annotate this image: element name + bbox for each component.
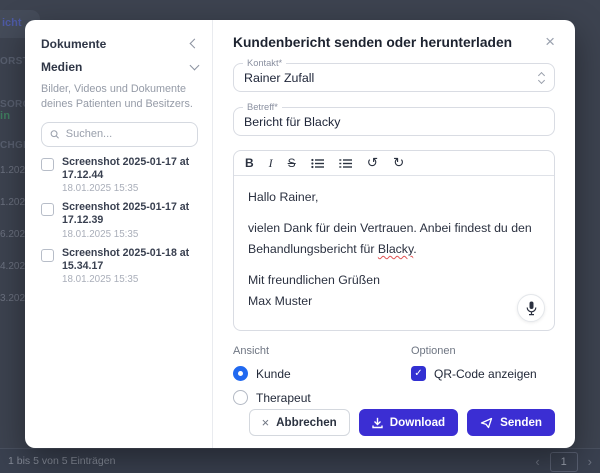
redo-icon[interactable]: ↻ xyxy=(393,156,404,170)
cancel-button[interactable]: × Abbrechen xyxy=(249,409,350,436)
kontakt-select[interactable]: Kontakt* Rainer Zufall xyxy=(233,63,555,92)
download-icon xyxy=(372,417,383,429)
dialog-main: Kundenbericht senden oder herunterladen … xyxy=(213,20,575,448)
radio-selected-icon[interactable] xyxy=(233,366,248,381)
checkbox-unchecked[interactable] xyxy=(41,249,54,262)
strikethrough-icon[interactable]: S xyxy=(288,157,296,169)
chevron-down-icon xyxy=(190,60,200,70)
send-button[interactable]: Senden xyxy=(467,409,555,436)
search-icon xyxy=(50,129,60,140)
ansicht-group: Ansicht Kunde Therapeut xyxy=(233,345,411,405)
radio-kunde[interactable]: Kunde xyxy=(233,366,411,381)
pagination: ‹ 1 › xyxy=(535,451,592,472)
background-date: 3.202 xyxy=(0,293,25,304)
send-label: Senden xyxy=(500,416,542,429)
background-date: 4.202 xyxy=(0,261,25,272)
background-text-green: in xyxy=(0,110,10,122)
select-stepper-icon[interactable] xyxy=(539,73,544,83)
checkbox-checked-icon[interactable]: ✓ xyxy=(411,366,426,381)
optionen-group: Optionen ✓ QR-Code anzeigen xyxy=(411,345,537,405)
send-report-dialog: Dokumente Medien Bilder, Videos und Doku… xyxy=(25,20,575,448)
cancel-x-icon: × xyxy=(262,415,270,430)
document-date: 18.01.2025 15:35 xyxy=(62,229,198,240)
background-date: 6.202 xyxy=(0,229,25,240)
ansicht-label: Ansicht xyxy=(233,345,411,357)
table-footer: 1 bis 5 von 5 Einträgen ‹ 1 › xyxy=(0,448,600,473)
ordered-list-icon[interactable] xyxy=(339,158,352,169)
entries-count: 1 bis 5 von 5 Einträgen xyxy=(8,455,115,467)
background-tab-label: icht xyxy=(2,17,22,29)
qr-code-label: QR-Code anzeigen xyxy=(434,367,537,381)
send-icon xyxy=(480,417,493,429)
closing-line: Mit freundlichen Grüßen xyxy=(248,270,540,291)
radio-therapeut-label: Therapeut xyxy=(256,391,311,405)
checkbox-unchecked[interactable] xyxy=(41,158,54,171)
medien-label: Medien xyxy=(41,60,82,74)
radio-unselected-icon[interactable] xyxy=(233,390,248,405)
next-page-icon[interactable]: › xyxy=(588,454,592,469)
kontakt-value: Rainer Zufall xyxy=(244,71,539,85)
dokumente-label: Dokumente xyxy=(41,37,106,51)
background-date: 1.202 xyxy=(0,197,25,208)
bullet-list-icon[interactable] xyxy=(311,158,324,169)
italic-icon[interactable]: I xyxy=(269,157,273,169)
misspelled-word: Blacky xyxy=(378,242,413,256)
editor-toolbar: B I S xyxy=(234,151,554,176)
sidebar-section-dokumente[interactable]: Dokumente xyxy=(41,34,198,53)
screen: icht ORSTE SORG in CHGE 1.202 1.202 6.20… xyxy=(0,0,600,473)
qr-code-option[interactable]: ✓ QR-Code anzeigen xyxy=(411,366,537,381)
background-date: 1.202 xyxy=(0,165,25,176)
sidebar-section-medien[interactable]: Medien xyxy=(41,57,198,76)
list-item[interactable]: Screenshot 2025-01-17 at 17.12.44 18.01.… xyxy=(41,156,198,194)
betreff-input[interactable] xyxy=(244,115,544,129)
optionen-label: Optionen xyxy=(411,345,537,357)
radio-kunde-label: Kunde xyxy=(256,367,291,381)
microphone-icon xyxy=(526,301,537,316)
undo-icon[interactable]: ↺ xyxy=(367,156,378,170)
prev-page-icon[interactable]: ‹ xyxy=(535,454,539,469)
close-icon[interactable]: × xyxy=(545,35,555,49)
checkbox-unchecked[interactable] xyxy=(41,203,54,216)
message-body[interactable]: Hallo Rainer, vielen Dank für dein Vertr… xyxy=(234,176,554,323)
sidebar-description: Bilder, Videos und Dokumente deines Pati… xyxy=(41,82,198,112)
list-item[interactable]: Screenshot 2025-01-18 at 15.34.17 18.01.… xyxy=(41,247,198,285)
message-editor: B I S xyxy=(233,150,555,331)
cancel-label: Abbrechen xyxy=(276,416,337,429)
dialog-title: Kundenbericht senden oder herunterladen xyxy=(233,35,512,50)
document-title: Screenshot 2025-01-17 at 17.12.39 xyxy=(62,201,198,227)
media-sidebar: Dokumente Medien Bilder, Videos und Doku… xyxy=(25,20,213,448)
document-date: 18.01.2025 15:35 xyxy=(62,274,198,285)
kontakt-label: Kontakt* xyxy=(243,58,286,68)
betreff-field: Betreff* xyxy=(233,107,555,136)
page-number[interactable]: 1 xyxy=(550,452,578,472)
document-title: Screenshot 2025-01-17 at 17.12.44 xyxy=(62,156,198,182)
document-title: Screenshot 2025-01-18 at 15.34.17 xyxy=(62,247,198,273)
document-list: Screenshot 2025-01-17 at 17.12.44 18.01.… xyxy=(41,156,198,290)
chevron-left-icon xyxy=(190,39,200,49)
radio-therapeut[interactable]: Therapeut xyxy=(233,390,411,405)
dialog-actions: × Abbrechen Download Senden xyxy=(233,409,555,436)
bold-icon[interactable]: B xyxy=(245,157,254,169)
body-paragraph: vielen Dank für dein Vertrauen. Anbei fi… xyxy=(248,218,540,260)
document-date: 18.01.2025 15:35 xyxy=(62,183,198,194)
download-label: Download xyxy=(390,416,445,429)
search-input[interactable] xyxy=(66,128,189,140)
greeting-line: Hallo Rainer, xyxy=(248,187,540,208)
list-item[interactable]: Screenshot 2025-01-17 at 17.12.39 18.01.… xyxy=(41,201,198,239)
signature-line: Max Muster xyxy=(248,291,540,312)
dictation-button[interactable] xyxy=(517,294,545,322)
betreff-label: Betreff* xyxy=(243,102,282,112)
download-button[interactable]: Download xyxy=(359,409,458,436)
search-box xyxy=(41,122,198,147)
